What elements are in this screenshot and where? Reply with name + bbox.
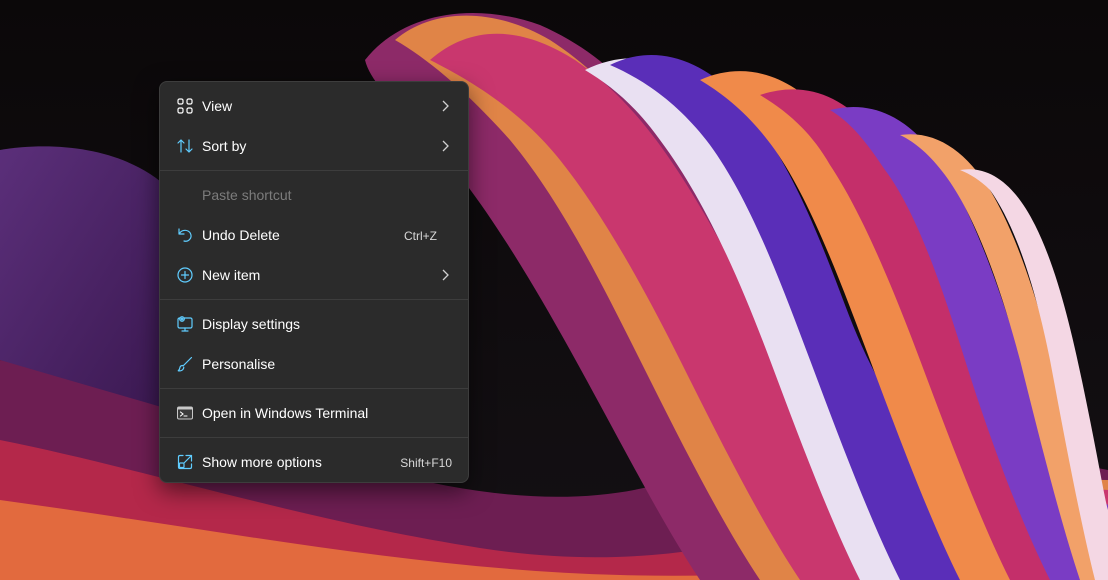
chevron-right-icon xyxy=(438,268,452,282)
undo-icon xyxy=(176,226,194,244)
menu-separator xyxy=(160,388,468,389)
add-circle-icon xyxy=(176,266,194,284)
display-icon xyxy=(176,315,194,333)
chevron-right-icon xyxy=(438,99,452,113)
menu-item-label: View xyxy=(202,98,233,114)
menu-item-label: Display settings xyxy=(202,316,301,332)
desktop[interactable]: View Sort by Paste shortcut Undo Delete … xyxy=(0,0,1108,580)
menu-item-new-item[interactable]: New item xyxy=(164,255,464,295)
menu-item-label: New item xyxy=(202,267,261,283)
menu-separator xyxy=(160,299,468,300)
menu-separator xyxy=(160,437,468,438)
menu-item-paste-shortcut: Paste shortcut xyxy=(164,175,464,215)
menu-item-display-settings[interactable]: Display settings xyxy=(164,304,464,344)
menu-item-label: Personalise xyxy=(202,356,276,372)
menu-item-view[interactable]: View xyxy=(164,86,464,126)
menu-item-label: Paste shortcut xyxy=(202,187,292,203)
chevron-right-icon xyxy=(438,139,452,153)
menu-item-personalise[interactable]: Personalise xyxy=(164,344,464,384)
grid-icon xyxy=(176,97,194,115)
menu-item-label: Undo Delete xyxy=(202,227,280,243)
menu-item-label: Open in Windows Terminal xyxy=(202,405,369,421)
menu-item-open-terminal[interactable]: Open in Windows Terminal xyxy=(164,393,464,433)
terminal-icon xyxy=(176,404,194,422)
menu-item-undo-delete[interactable]: Undo Delete Ctrl+Z xyxy=(164,215,464,255)
keyboard-shortcut: Ctrl+Z xyxy=(404,229,437,243)
menu-item-show-more-options[interactable]: Show more options Shift+F10 xyxy=(164,442,464,482)
keyboard-shortcut: Shift+F10 xyxy=(400,456,452,470)
brush-icon xyxy=(176,355,194,373)
menu-separator xyxy=(160,170,468,171)
menu-item-sort-by[interactable]: Sort by xyxy=(164,126,464,166)
open-external-icon xyxy=(176,453,194,471)
menu-item-label: Show more options xyxy=(202,454,322,470)
sort-icon xyxy=(176,137,194,155)
menu-item-label: Sort by xyxy=(202,138,247,154)
context-menu: View Sort by Paste shortcut Undo Delete … xyxy=(159,81,469,483)
